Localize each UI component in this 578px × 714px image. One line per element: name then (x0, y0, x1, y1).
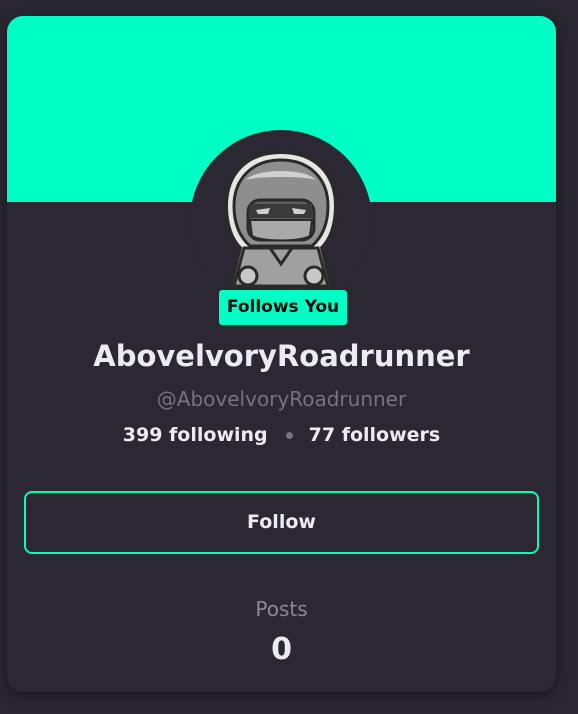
follow-button[interactable]: Follow (24, 491, 539, 554)
hooded-ninja-avatar-icon (223, 149, 339, 290)
posts-count: 0 (271, 632, 292, 667)
follows-you-badge: Follows You (219, 290, 347, 325)
follow-stats: 399 following 77 followers (7, 421, 556, 449)
avatar[interactable] (190, 130, 372, 312)
separator-dot (285, 431, 293, 439)
profile-card: Follows You AbovelvoryRoadrunner @Abovel… (7, 16, 556, 692)
following-count[interactable]: 399 following (123, 421, 268, 449)
username: @AbovelvoryRoadrunner (156, 387, 407, 411)
display-name: AbovelvoryRoadrunner (93, 339, 470, 373)
followers-count[interactable]: 77 followers (309, 421, 441, 449)
posts-label: Posts (255, 597, 308, 621)
